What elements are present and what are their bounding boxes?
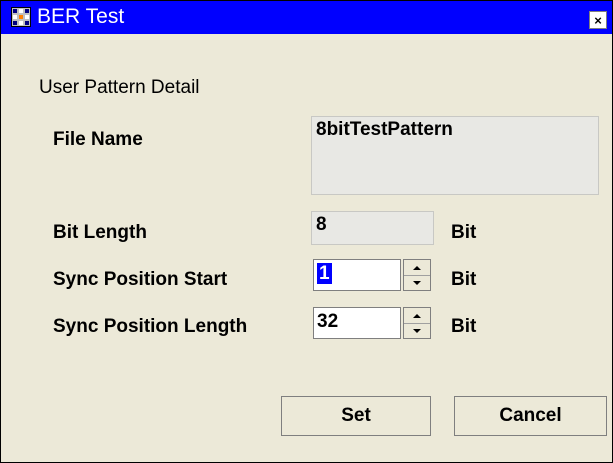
ber-test-dialog: BER Test × User Pattern Detail File Name… (0, 0, 613, 463)
bit-length-value: 8 (316, 214, 327, 235)
sync-position-length-label: Sync Position Length (53, 316, 248, 337)
sync-position-start-unit: Bit (451, 269, 477, 290)
cancel-button[interactable]: Cancel (454, 396, 607, 436)
title-bar[interactable]: BER Test × (1, 1, 612, 34)
group-label-user-pattern-detail: User Pattern Detail (39, 77, 200, 98)
spin-down-button[interactable] (404, 323, 430, 338)
set-button[interactable]: Set (281, 396, 431, 436)
spin-up-button[interactable] (404, 260, 430, 276)
sync-position-start-spinner[interactable] (403, 259, 431, 291)
close-icon: × (594, 12, 602, 28)
file-name-field: 8bitTestPattern (311, 116, 599, 195)
sync-position-length-value: 32 (317, 311, 339, 332)
file-name-label: File Name (53, 129, 143, 150)
chevron-up-icon (413, 313, 421, 318)
bit-length-unit: Bit (451, 222, 477, 243)
chevron-down-icon (413, 328, 421, 333)
file-name-value: 8bitTestPattern (316, 119, 453, 140)
bit-length-label: Bit Length (53, 222, 147, 243)
close-button[interactable]: × (589, 11, 607, 29)
sync-position-start-input[interactable]: 1 (313, 259, 401, 291)
spin-up-button[interactable] (404, 308, 430, 324)
window-title: BER Test (37, 5, 125, 28)
spin-down-button[interactable] (404, 275, 430, 290)
chevron-down-icon (413, 280, 421, 285)
sync-position-length-spinner[interactable] (403, 307, 431, 339)
sync-position-length-unit: Bit (451, 316, 477, 337)
ber-app-icon (11, 7, 31, 27)
bit-length-field: 8 (311, 211, 434, 245)
sync-position-start-label: Sync Position Start (53, 269, 228, 290)
sync-position-length-input[interactable]: 32 (313, 307, 401, 339)
sync-position-start-value: 1 (317, 263, 332, 284)
chevron-up-icon (413, 265, 421, 270)
